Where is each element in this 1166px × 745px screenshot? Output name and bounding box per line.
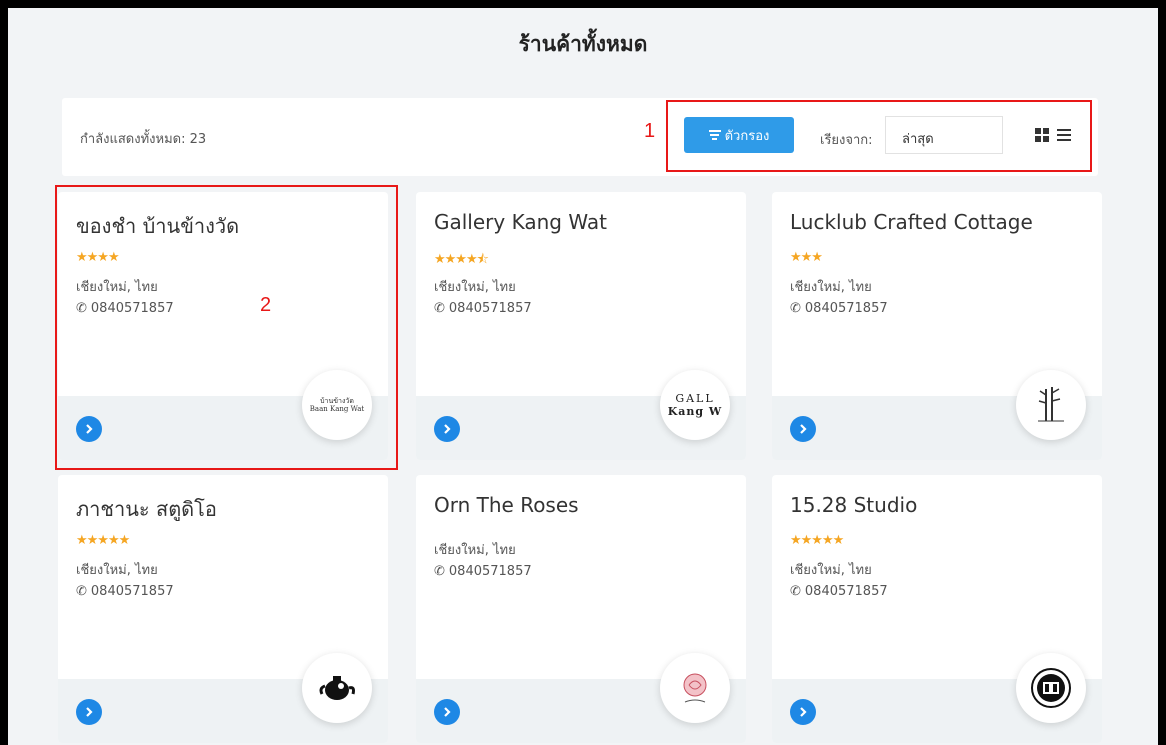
bamboo-logo-icon <box>1038 387 1064 422</box>
annotation-label-2: 2 <box>260 294 272 316</box>
phone-icon: ✆ <box>434 301 445 316</box>
shop-card[interactable]: Orn The Roses เชียงใหม่, ไทย ✆ 0840571857 <box>416 475 746 743</box>
chevron-right-icon <box>444 707 451 717</box>
phone-icon: ✆ <box>790 301 801 316</box>
rating-stars: ★★★★⯪ <box>434 252 489 267</box>
go-button[interactable] <box>434 699 460 725</box>
go-button[interactable] <box>76 699 102 725</box>
shop-logo <box>1016 653 1086 723</box>
annotation-label-1: 1 <box>644 120 656 142</box>
teapot-logo-icon <box>319 676 355 700</box>
shop-logo: GALL Kang W <box>660 370 730 440</box>
phone-number: 0840571857 <box>90 584 174 599</box>
shop-location: เชียงใหม่, ไทย <box>434 280 516 295</box>
phone-icon: ✆ <box>434 564 445 579</box>
shop-name[interactable]: ภาชานะ สตูดิโอ <box>76 493 217 525</box>
shop-logo <box>1016 370 1086 440</box>
logo-subtext: Kang W <box>667 405 723 418</box>
shop-card[interactable]: 15.28 Studio ★★★★★ เชียงใหม่, ไทย ✆ 08405… <box>772 475 1102 743</box>
shop-location: เชียงใหม่, ไทย <box>790 563 872 578</box>
page-title: ร้านค้าทั้งหมด <box>518 32 648 56</box>
result-count: กำลังแสดงทั้งหมด: 23 <box>80 132 207 147</box>
shop-card[interactable]: Lucklub Crafted Cottage ★★★ เชียงใหม่, ไ… <box>772 192 1102 460</box>
rating-stars: ★★★★★ <box>76 533 130 548</box>
rose-logo-icon <box>683 673 707 703</box>
shop-phone: ✆ 0840571857 <box>790 301 888 316</box>
phone-number: 0840571857 <box>804 301 888 316</box>
shop-card[interactable]: Gallery Kang Wat ★★★★⯪ เชียงใหม่, ไทย ✆ 0… <box>416 192 746 460</box>
shop-logo <box>660 653 730 723</box>
shop-card[interactable]: ภาชานะ สตูดิโอ ★★★★★ เชียงใหม่, ไทย ✆ 084… <box>58 475 388 743</box>
go-button[interactable] <box>790 416 816 442</box>
page-frame: ร้านค้าทั้งหมด กำลังแสดงทั้งหมด: 23 ตัวก… <box>8 8 1158 745</box>
chevron-right-icon <box>86 707 93 717</box>
go-button[interactable] <box>434 416 460 442</box>
shop-phone: ✆ 0840571857 <box>76 584 174 599</box>
rating-stars: ★★★★★ <box>790 533 844 548</box>
shop-name[interactable]: 15.28 Studio <box>790 493 917 517</box>
phone-icon: ✆ <box>790 584 801 599</box>
shop-logo <box>302 653 372 723</box>
phone-number: 0840571857 <box>448 564 532 579</box>
studio-logo-icon <box>1031 668 1071 708</box>
go-button[interactable] <box>790 699 816 725</box>
shop-location: เชียงใหม่, ไทย <box>76 563 158 578</box>
phone-number: 0840571857 <box>804 584 888 599</box>
chevron-right-icon <box>800 424 807 434</box>
chevron-right-icon <box>800 707 807 717</box>
shop-name[interactable]: Orn The Roses <box>434 493 579 517</box>
shop-phone: ✆ 0840571857 <box>434 301 532 316</box>
shop-name[interactable]: Lucklub Crafted Cottage <box>790 210 1033 234</box>
shop-phone: ✆ 0840571857 <box>434 564 532 579</box>
chevron-right-icon <box>444 424 451 434</box>
rating-stars: ★★★ <box>790 250 823 265</box>
logo-text: GALL <box>675 391 715 405</box>
shop-location: เชียงใหม่, ไทย <box>790 280 872 295</box>
shop-name[interactable]: Gallery Kang Wat <box>434 210 607 234</box>
phone-icon: ✆ <box>76 584 87 599</box>
shop-phone: ✆ 0840571857 <box>790 584 888 599</box>
phone-number: 0840571857 <box>448 301 532 316</box>
shop-location: เชียงใหม่, ไทย <box>434 543 516 558</box>
annotation-box-1 <box>666 100 1092 172</box>
annotation-box-2 <box>55 185 398 470</box>
